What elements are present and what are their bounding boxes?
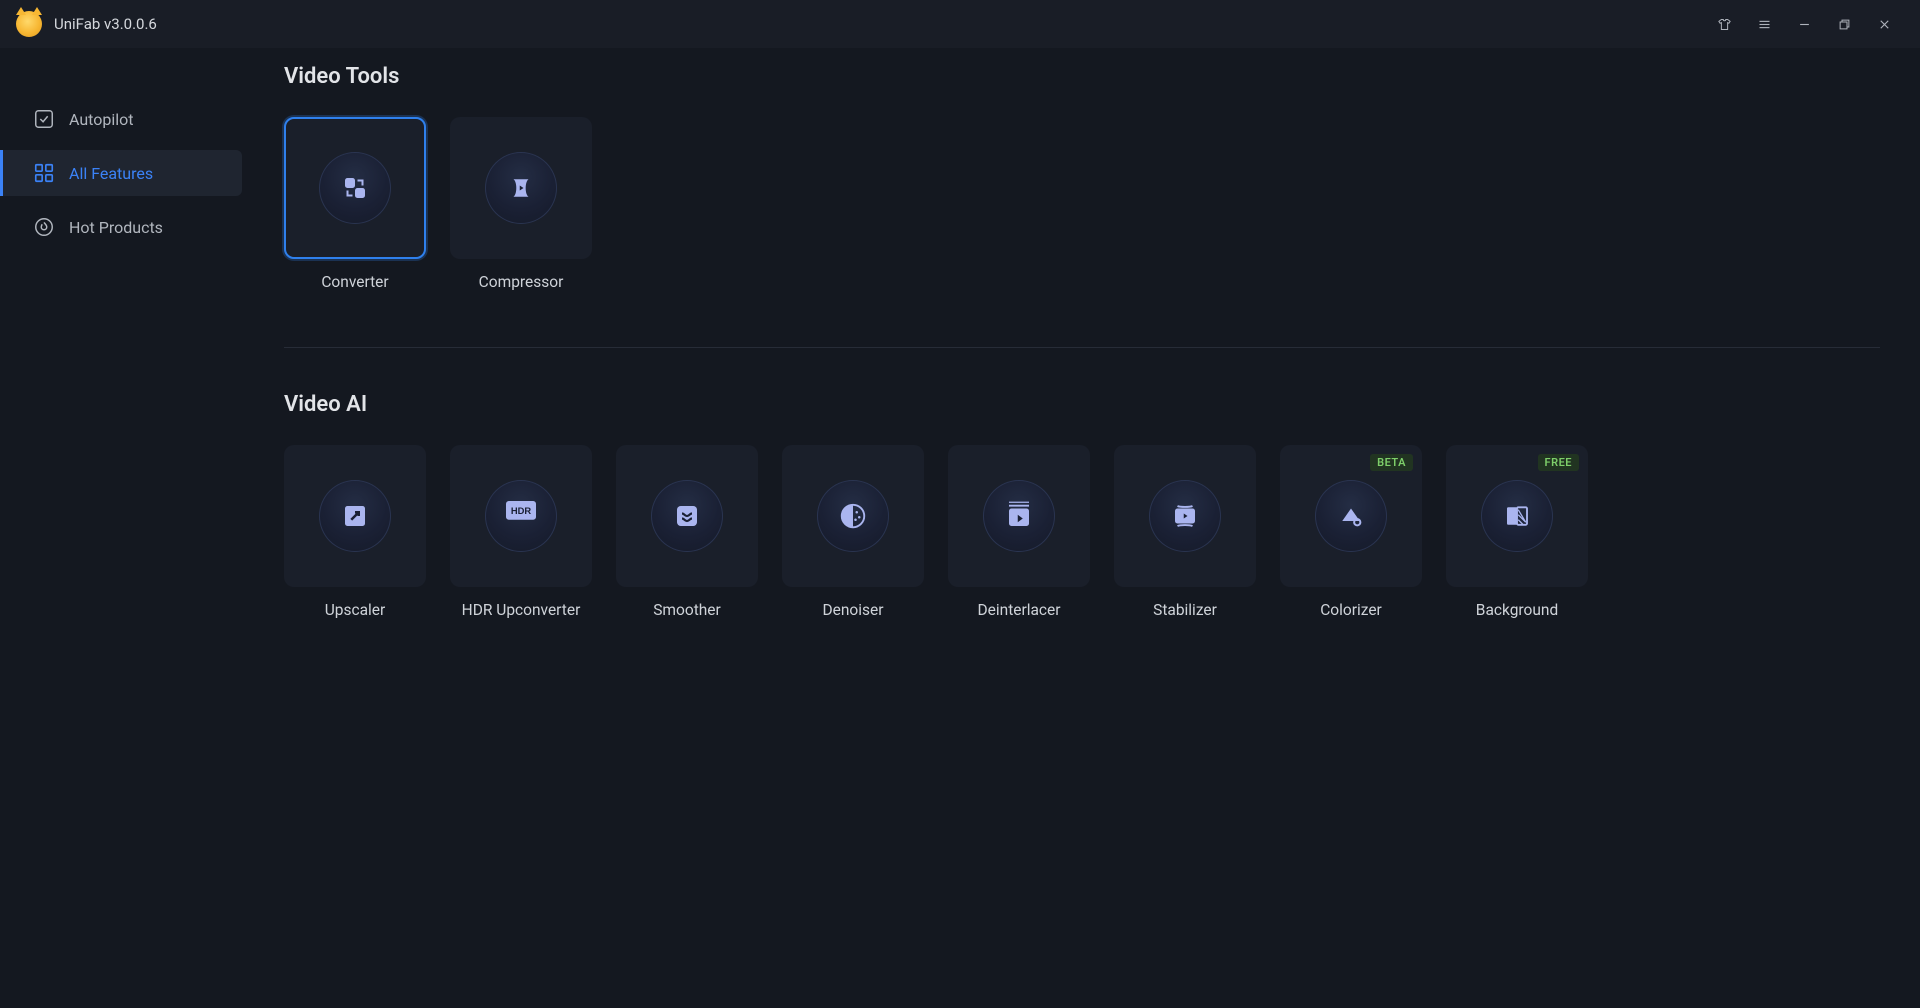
denoiser-icon — [838, 501, 868, 531]
beta-badge: BETA — [1370, 454, 1413, 471]
card-hdr[interactable]: HDR — [450, 445, 592, 587]
sidebar-item-all-features[interactable]: All Features — [0, 150, 242, 196]
card-label: HDR Upconverter — [462, 601, 581, 619]
sidebar-item-hot-products[interactable]: Hot Products — [0, 204, 248, 250]
fire-icon — [33, 216, 55, 238]
smoother-icon — [672, 501, 702, 531]
card-stabilizer[interactable] — [1114, 445, 1256, 587]
card-upscaler[interactable] — [284, 445, 426, 587]
card-smoother[interactable] — [616, 445, 758, 587]
minimize-button[interactable] — [1784, 0, 1824, 48]
card-background[interactable]: FREE — [1446, 445, 1588, 587]
card-label: Smoother — [653, 601, 721, 619]
main-content: Video Tools Converter Compressor — [248, 48, 1920, 1008]
close-button[interactable] — [1864, 0, 1904, 48]
video-ai-grid: Upscaler HDR HDR Upconverter Smoother — [284, 445, 1880, 619]
section-title-video-tools: Video Tools — [284, 64, 1880, 89]
menu-icon[interactable] — [1744, 0, 1784, 48]
sidebar: Autopilot All Features Hot Products — [0, 48, 248, 1008]
card-converter[interactable] — [284, 117, 426, 259]
upscaler-icon — [340, 501, 370, 531]
free-badge: FREE — [1538, 454, 1579, 471]
colorizer-icon — [1336, 501, 1366, 531]
sidebar-item-label: Autopilot — [69, 110, 134, 129]
hdr-icon: HDR — [506, 501, 536, 531]
background-icon — [1502, 501, 1532, 531]
card-label: Compressor — [479, 273, 564, 291]
section-title-video-ai: Video AI — [284, 392, 1880, 417]
stabilizer-icon — [1170, 501, 1200, 531]
card-label: Colorizer — [1320, 601, 1382, 619]
card-label: Upscaler — [325, 601, 386, 619]
video-tools-grid: Converter Compressor — [284, 117, 1880, 291]
card-denoiser[interactable] — [782, 445, 924, 587]
titlebar: UniFab v3.0.0.6 — [0, 0, 1920, 48]
card-deinterlacer[interactable] — [948, 445, 1090, 587]
card-label: Deinterlacer — [977, 601, 1060, 619]
card-label: Converter — [321, 273, 388, 291]
shirt-icon[interactable] — [1704, 0, 1744, 48]
card-label: Denoiser — [822, 601, 883, 619]
card-compressor[interactable] — [450, 117, 592, 259]
sidebar-item-label: All Features — [69, 164, 153, 183]
sidebar-item-label: Hot Products — [69, 218, 163, 237]
sidebar-item-autopilot[interactable]: Autopilot — [0, 96, 248, 142]
converter-icon — [340, 173, 370, 203]
autopilot-icon — [33, 108, 55, 130]
compressor-icon — [506, 173, 536, 203]
card-label: Background — [1476, 601, 1558, 619]
maximize-button[interactable] — [1824, 0, 1864, 48]
card-colorizer[interactable]: BETA — [1280, 445, 1422, 587]
svg-text:HDR: HDR — [511, 506, 532, 516]
deinterlacer-icon — [1004, 501, 1034, 531]
app-logo-icon — [16, 11, 42, 37]
card-label: Stabilizer — [1153, 601, 1217, 619]
grid-icon — [33, 162, 55, 184]
section-divider — [284, 347, 1880, 348]
app-title: UniFab v3.0.0.6 — [54, 15, 157, 33]
